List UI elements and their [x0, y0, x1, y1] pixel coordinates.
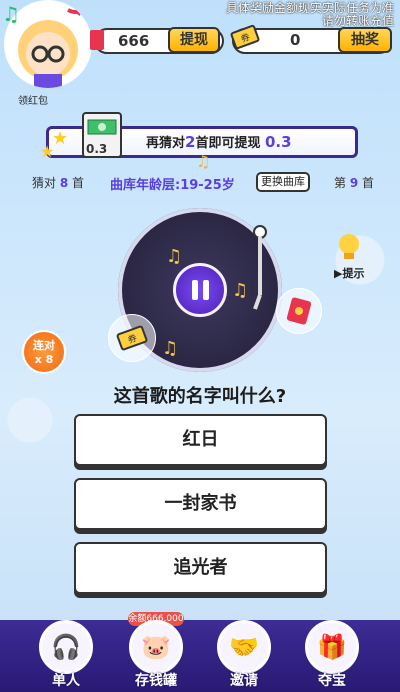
hint-label: 提示 — [342, 267, 365, 280]
star-icon: ★ — [52, 128, 69, 149]
pause-icon — [192, 280, 210, 300]
progress-prefix: 再猜对 — [146, 136, 186, 151]
handshake-icon: 🤝 — [217, 620, 271, 674]
progress-text: 再猜对2首即可提现 0.3 — [146, 132, 292, 151]
music-note-icon: ♫ — [2, 2, 20, 26]
answer-option-3[interactable]: 追光者 — [74, 542, 327, 594]
nav-label-piggy: 存钱罐 — [135, 673, 177, 689]
combo-value: x 8 — [34, 353, 54, 366]
question-text: 这首歌的名字叫什么? — [113, 386, 287, 407]
guessed-prefix: 猜对 — [32, 176, 57, 190]
red-envelope-icon — [90, 30, 104, 50]
answer-option-1[interactable]: 红日 — [74, 414, 327, 466]
progress-count: 2 — [185, 133, 196, 151]
progress-amount: 0.3 — [265, 133, 292, 151]
cash-value: 666 — [118, 32, 150, 50]
hint-button[interactable]: ▶提示 — [334, 232, 364, 281]
combo-badge: 连对 x 8 — [22, 330, 66, 374]
nav-label-single: 单人 — [52, 673, 80, 689]
ticket-value: 0 — [290, 31, 301, 49]
play-pause-button[interactable] — [173, 263, 227, 317]
current-count: 9 — [349, 176, 359, 190]
music-note-icon: ♫ — [196, 152, 211, 171]
piggy-bank-icon: 🐷 — [129, 620, 183, 674]
combo-label: 连对 — [33, 339, 55, 352]
star-icon: ★ — [40, 142, 55, 161]
swap-library-button[interactable]: 更换曲库 — [256, 172, 310, 192]
money-value: 0.3 — [86, 142, 108, 156]
music-note-icon: ♫ — [162, 338, 179, 359]
music-note-icon: ♫ — [232, 280, 249, 301]
guessed-count: 8 — [59, 176, 69, 190]
notice-line-2: 请勿转账充值 — [321, 14, 394, 28]
age-range-label: 曲库年龄层:19-25岁 — [110, 178, 235, 193]
notice-text: 具体奖励金额现实实际任务为准 请勿转账充值 — [226, 2, 394, 28]
red-envelope-bubble[interactable] — [276, 288, 322, 334]
tonearm — [253, 225, 267, 310]
current-prefix: 第 — [334, 176, 347, 190]
single-player-icon: 🎧 — [39, 620, 93, 674]
lottery-button[interactable]: 抽奖 — [338, 27, 392, 53]
music-note-icon: ♫ — [166, 246, 183, 267]
progress-suffix: 首即可提现 — [195, 136, 261, 151]
guessed-suffix: 首 — [72, 176, 85, 190]
nav-piggy-bank[interactable]: 🐷 存钱罐 — [126, 620, 186, 690]
nav-invite[interactable]: 🤝 邀请 — [214, 620, 274, 690]
ticket-bubble[interactable]: 券 — [108, 314, 156, 362]
guessed-count-label: 猜对 8 首 — [32, 174, 84, 191]
red-envelope-icon — [286, 297, 312, 325]
withdraw-button[interactable]: 提现 — [168, 27, 220, 53]
answer-option-2[interactable]: 一封家书 — [74, 478, 327, 530]
nav-label-treasure: 夺宝 — [318, 673, 346, 689]
treasure-chest-icon: 🎁 — [305, 620, 359, 674]
nav-single-player[interactable]: 🎧 单人 — [36, 620, 96, 690]
nav-label-invite: 邀请 — [230, 673, 258, 689]
nav-treasure[interactable]: 🎁 夺宝 — [302, 620, 362, 690]
lightbulb-icon — [339, 234, 360, 259]
avatar-label: 领红包 — [18, 96, 48, 107]
current-song-label: 第 9 首 — [334, 174, 374, 191]
current-suffix: 首 — [362, 176, 375, 190]
ticket-icon: 券 — [116, 325, 148, 351]
